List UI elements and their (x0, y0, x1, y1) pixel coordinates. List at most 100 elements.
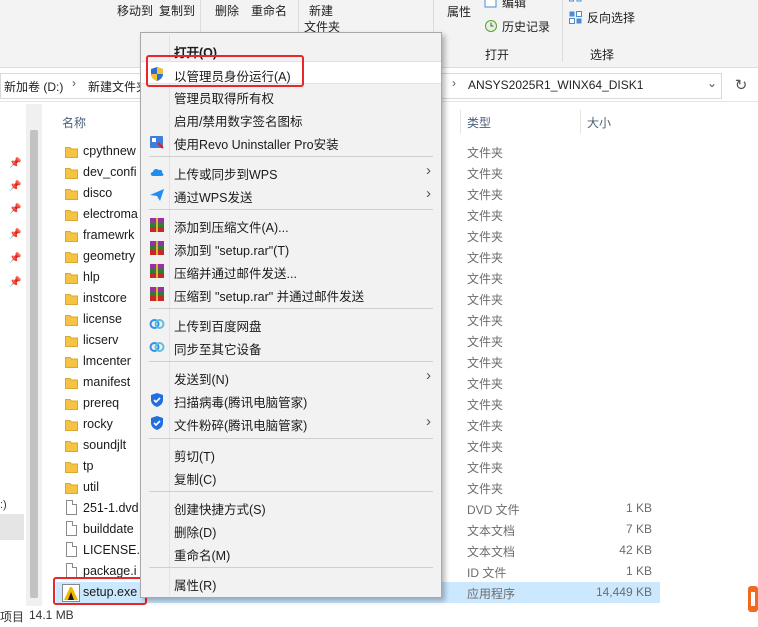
file-size: 1 KB (625, 501, 652, 515)
menu-separator (149, 209, 433, 210)
open-group-label: 打开 (485, 48, 510, 62)
file-type: ID 文件 (467, 566, 507, 580)
menu-label: 删除(D) (174, 526, 217, 540)
folder-icon (65, 418, 78, 431)
file-size: 1 KB (625, 564, 652, 578)
reverse-select-button[interactable]: 反向选择 (569, 9, 635, 26)
file-type: 文件夹 (467, 146, 504, 160)
folder-icon (65, 376, 78, 389)
refresh-icon[interactable]: ↻ (730, 76, 752, 96)
menu-item-add-setup-rar[interactable]: 添加到 "setup.rar"(T) (141, 236, 441, 259)
file-type: 文件夹 (467, 272, 504, 286)
file-name: framewrk (83, 228, 135, 242)
file-name: disco (83, 186, 113, 200)
file-type: 文件夹 (467, 461, 504, 475)
chevron-right-icon[interactable]: › (72, 76, 76, 90)
column-divider[interactable] (460, 110, 461, 134)
menu-item-send-to[interactable]: 发送到(N) › (141, 365, 441, 388)
copy-to-button[interactable]: 复制到 (159, 2, 195, 19)
move-to-button[interactable]: 移动到 (117, 2, 153, 19)
column-divider[interactable] (580, 110, 581, 134)
menu-separator (149, 567, 433, 568)
menu-item-wps-send[interactable]: 通过WPS发送 › (141, 183, 441, 206)
menu-item-rename[interactable]: 重命名(M) (141, 541, 441, 564)
menu-item-shred[interactable]: 文件粉碎(腾讯电脑管家) › (141, 411, 441, 434)
scrollbar-thumb[interactable] (30, 130, 38, 598)
folder-icon (65, 271, 78, 284)
pin-icon: 📌 (9, 229, 22, 240)
menu-label: 创建快捷方式(S) (174, 503, 266, 517)
winrar-icon (149, 217, 165, 233)
file-type: 文件夹 (467, 419, 504, 433)
file-name: hlp (83, 270, 100, 284)
breadcrumb-folder[interactable]: 新建文件夹 (88, 78, 148, 95)
menu-item-compress-setup-email[interactable]: 压缩到 "setup.rar" 并通过邮件发送 (141, 282, 441, 305)
folder-icon (65, 334, 78, 347)
menu-item-scan-virus[interactable]: 扫描病毒(腾讯电脑管家) (141, 388, 441, 411)
breadcrumb-current[interactable]: ANSYS2025R1_WINX64_DISK1 (468, 78, 643, 92)
pin-icon: 📌 (9, 204, 22, 215)
tencent-shield-icon (149, 415, 165, 431)
file-type: 文件夹 (467, 335, 504, 349)
rename-button[interactable]: 重命名 (251, 2, 287, 19)
menu-item-revo[interactable]: 使用Revo Uninstaller Pro安装 (141, 130, 441, 153)
file-type: 文本文档 (467, 524, 516, 538)
folder-icon (65, 460, 78, 473)
menu-label: 压缩到 "setup.rar" 并通过邮件发送 (174, 290, 365, 304)
send-icon (149, 187, 165, 203)
pin-icon: 📌 (9, 158, 22, 169)
menu-item-create-shortcut[interactable]: 创建快捷方式(S) (141, 495, 441, 518)
menu-item-delete[interactable]: 删除(D) (141, 518, 441, 541)
new-folder-button[interactable]: 新建 (309, 2, 333, 19)
column-header-type[interactable]: 类型 (467, 114, 491, 131)
menu-item-cut[interactable]: 剪切(T) (141, 442, 441, 465)
file-size: 7 KB (625, 522, 652, 536)
menu-label: 扫描病毒(腾讯电脑管家) (174, 396, 308, 410)
menu-label: 添加到压缩文件(A)... (174, 221, 289, 235)
menu-label: 启用/禁用数字签名图标 (174, 115, 303, 129)
menu-label: 使用Revo Uninstaller Pro安装 (174, 138, 339, 152)
file-type: 文件夹 (467, 482, 504, 496)
nav-selected-item[interactable] (0, 514, 24, 540)
column-header-name[interactable]: 名称 (62, 114, 86, 131)
tencent-shield-icon (149, 392, 165, 408)
menu-separator (149, 491, 433, 492)
menu-item-baidu-sync[interactable]: 同步至其它设备 (141, 335, 441, 358)
chevron-down-icon[interactable]: ⌄ (707, 76, 717, 90)
select-none-icon[interactable] (569, 0, 583, 9)
breadcrumb-drive[interactable]: 新加卷 (D:) (4, 78, 63, 95)
nav-item-fragment[interactable]: :) (0, 499, 7, 511)
pin-icon: 📌 (9, 181, 22, 192)
menu-item-add-archive[interactable]: 添加到压缩文件(A)... (141, 213, 441, 236)
menu-item-toggle-signature[interactable]: 启用/禁用数字签名图标 (141, 107, 441, 130)
delete-button[interactable]: 删除 (215, 2, 239, 19)
menu-item-compress-email[interactable]: 压缩并通过邮件发送... (141, 259, 441, 282)
menu-item-take-ownership[interactable]: 管理员取得所有权 (141, 84, 441, 107)
file-type: 文件夹 (467, 398, 504, 412)
menu-item-properties[interactable]: 属性(R) (141, 571, 441, 594)
history-button[interactable]: 历史记录 (484, 18, 550, 35)
select-group-label: 选择 (590, 48, 615, 62)
menu-label: 压缩并通过邮件发送... (174, 267, 297, 281)
column-header-size[interactable]: 大小 (587, 114, 611, 131)
ribbon-divider (562, 0, 563, 62)
folder-icon (65, 187, 78, 200)
menu-label: 复制(C) (174, 473, 217, 487)
file-type: 文件夹 (467, 230, 504, 244)
menu-item-copy[interactable]: 复制(C) (141, 465, 441, 488)
folder-icon (65, 439, 78, 452)
winrar-icon (149, 263, 165, 279)
menu-item-baidu-upload[interactable]: 上传到百度网盘 (141, 312, 441, 335)
file-type: 文件夹 (467, 356, 504, 370)
folder-icon (65, 208, 78, 221)
pin-icon: 📌 (9, 277, 22, 288)
folder-icon (65, 397, 78, 410)
menu-item-wps-upload[interactable]: 上传或同步到WPS › (141, 160, 441, 183)
folder-icon (65, 229, 78, 242)
chevron-right-icon[interactable]: › (452, 76, 456, 90)
baidu-netdisk-icon (149, 316, 165, 332)
file-type: 文件夹 (467, 314, 504, 328)
properties-button[interactable]: 属性 (447, 3, 471, 20)
edit-button[interactable]: 编辑 (484, 0, 526, 11)
winrar-icon (149, 240, 165, 256)
